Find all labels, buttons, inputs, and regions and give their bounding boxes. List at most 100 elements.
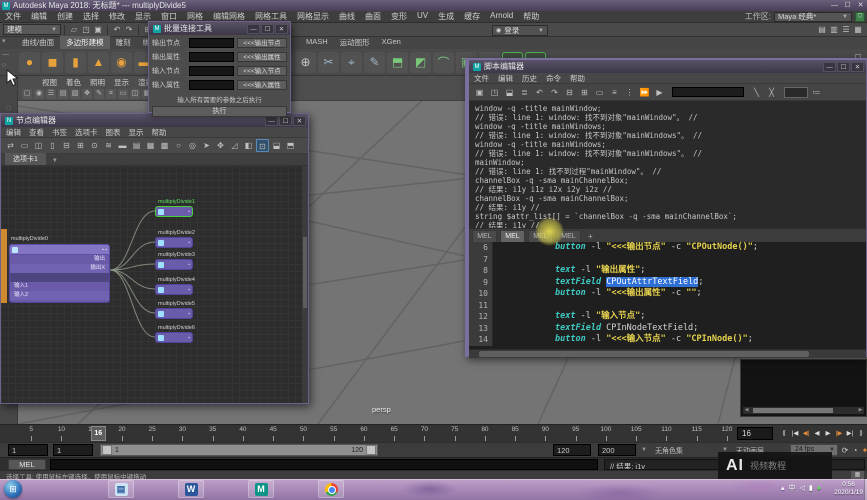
text-field[interactable] [189, 52, 234, 62]
load-selected-icon[interactable]: ⬓ [503, 86, 516, 99]
se-menu-编辑[interactable]: 编辑 [498, 73, 513, 84]
add-to-graph-icon[interactable]: ▭ [18, 139, 31, 152]
maximize-icon[interactable]: ☐ [279, 116, 292, 126]
close-icon[interactable]: ✕ [275, 24, 288, 34]
menu-网格显示[interactable]: 网格显示 [292, 11, 334, 22]
clear-history-icon[interactable]: ⊞ [578, 86, 591, 99]
node-attr-row[interactable]: 输出 [9, 255, 110, 264]
open-script-icon[interactable]: ◳ [488, 86, 501, 99]
close-icon[interactable]: ✕ [854, 1, 867, 10]
undo-icon[interactable]: ↶ [111, 24, 123, 36]
grease-pencil-icon[interactable]: ✎ [94, 89, 104, 99]
maya-icon[interactable]: M [248, 480, 274, 498]
graph-node-multiplyDivide5[interactable]: ▪ [155, 308, 193, 319]
graph-node-multiplyDivide6[interactable]: ▪ [155, 332, 193, 343]
chrome-icon[interactable] [318, 480, 344, 498]
volume-icon[interactable]: ◁ [800, 483, 805, 495]
poly-cone-icon[interactable]: ▲ [88, 52, 109, 73]
list-icon[interactable]: ≔ [810, 86, 823, 99]
grid-icon[interactable]: ⌗ [106, 89, 116, 99]
workspace-dropdown[interactable]: Maya 经典* ▼ [774, 12, 852, 22]
scroll-right-icon[interactable]: ▶ [857, 407, 864, 414]
path-mode-icon[interactable]: ◿ [228, 139, 241, 152]
character-set-dropdown[interactable]: 无角色集 [655, 446, 683, 456]
playback-loop-icon[interactable]: ⟳ [840, 445, 850, 456]
menu-曲线[interactable]: 曲线 [334, 11, 360, 22]
search-input[interactable] [672, 87, 744, 97]
shelf-menu-icons[interactable]: —○ [2, 51, 9, 69]
node-attr-row[interactable]: 输入1 [9, 282, 110, 291]
menu-帮助[interactable]: 帮助 [518, 11, 544, 22]
playback-speed-icon[interactable]: ◔ [850, 445, 860, 456]
current-frame-field[interactable]: 16 [737, 427, 773, 440]
poly-cube-icon[interactable]: ◼ [42, 52, 63, 73]
ime-icon[interactable]: 中 [789, 483, 796, 495]
resolution-gate-icon[interactable]: ◫ [130, 89, 140, 99]
graph-node-multiplyDivide4[interactable]: ▪ [155, 284, 193, 295]
step-forward-key-button[interactable]: |▶ [834, 427, 844, 440]
line-numbers-icon[interactable]: ⋮ [623, 86, 636, 99]
select-mode-icon[interactable]: ➤ [200, 139, 213, 152]
node-editor-tab[interactable]: 选项卡1 [5, 153, 46, 165]
script-tab-1[interactable]: MEL [472, 230, 497, 242]
full-view-icon[interactable]: ▦ [144, 139, 157, 152]
close-icon[interactable]: ✕ [293, 116, 306, 126]
pin-node-icon[interactable]: ⊙ [88, 139, 101, 152]
source-node[interactable]: ▪ ▪ 输出输出X输入1输入2 [9, 244, 110, 303]
poly-cylinder-icon[interactable]: ▮ [65, 52, 86, 73]
bookmark-icon[interactable]: ▤ [58, 89, 68, 99]
clear-input-icon[interactable]: ⊟ [563, 86, 576, 99]
graph-node-multiplyDivide2[interactable]: ▪ [155, 237, 193, 248]
menu-曲面[interactable]: 曲面 [360, 11, 386, 22]
go-to-start-button[interactable]: ⟪ [779, 427, 789, 440]
graph-node-multiplyDivide3[interactable]: ▪ [155, 259, 193, 270]
source-script-icon[interactable]: ≣ [518, 86, 531, 99]
frame-all-icon[interactable]: ◎ [186, 139, 199, 152]
grid-toggle-icon[interactable]: ⊡ [256, 139, 269, 152]
ne-menu-帮助[interactable]: 帮助 [152, 127, 167, 138]
side-panel-scrollbar[interactable]: ◀ ▶ [743, 407, 864, 414]
bins-icon[interactable]: ⬓ [270, 139, 283, 152]
minimize-icon[interactable]: — [828, 1, 841, 10]
ne-menu-编辑[interactable]: 编辑 [6, 127, 21, 138]
start-button[interactable]: ⊞ [4, 480, 22, 498]
sync-selection-icon[interactable]: ⇄ [4, 139, 17, 152]
ne-menu-书签[interactable]: 书签 [52, 127, 67, 138]
execute-icon[interactable]: ▶ [653, 86, 666, 99]
chevron-down-icon[interactable]: ▼ [46, 157, 64, 165]
add-tab-button[interactable]: + [584, 231, 597, 242]
zoom-search-icon[interactable]: ○ [172, 139, 185, 152]
poly-torus-icon[interactable]: ◉ [111, 52, 132, 73]
panel-menu-着色[interactable]: 着色 [66, 77, 81, 88]
lock-graph-icon[interactable]: ⬒ [284, 139, 297, 152]
panel-menu-照明[interactable]: 照明 [90, 77, 105, 88]
menu-选择[interactable]: 选择 [78, 11, 104, 22]
minimize-icon[interactable]: — [823, 62, 836, 72]
se-menu-命令[interactable]: 命令 [546, 73, 561, 84]
chevron-down-icon[interactable]: ▼ [641, 447, 647, 453]
poly-sphere-icon[interactable]: ● [19, 52, 40, 73]
menu-生成[interactable]: 生成 [433, 11, 459, 22]
move-mode-icon[interactable]: ✥ [214, 139, 227, 152]
boolean-icon[interactable]: ⊕ [295, 52, 316, 73]
playback-end-field[interactable]: 120 [553, 444, 591, 456]
script-tab-2[interactable]: MEL [500, 230, 525, 242]
redo-icon[interactable]: ↷ [548, 86, 561, 99]
range-end-handle[interactable] [366, 445, 376, 455]
quad-draw-icon[interactable]: ✎ [364, 52, 385, 73]
shelf-tab-多边形建模[interactable]: 多边形建模 [60, 36, 110, 49]
menu-UV[interactable]: UV [412, 11, 433, 22]
node-attr-row[interactable]: 输入2 [9, 291, 110, 300]
modeling-toolkit-icon[interactable]: ▤ [816, 24, 828, 36]
ne-menu-图表[interactable]: 图表 [106, 127, 121, 138]
dialog-title-bar[interactable]: M 批量连接工具 —☐✕ [149, 22, 290, 35]
maximize-icon[interactable]: ☐ [841, 1, 854, 10]
show-stack-trace-icon[interactable]: ≡ [608, 86, 621, 99]
menu-编辑[interactable]: 编辑 [26, 11, 52, 22]
tray-expand-icon[interactable]: ▴ [781, 483, 785, 495]
menu-set-dropdown[interactable]: 建模 ▼ [3, 24, 61, 35]
execute-button[interactable]: 执行 [152, 106, 287, 117]
animation-end-field[interactable]: 200 [598, 444, 636, 456]
current-frame-marker[interactable]: 16 [91, 426, 106, 441]
antivirus-icon[interactable]: ● [817, 483, 821, 495]
